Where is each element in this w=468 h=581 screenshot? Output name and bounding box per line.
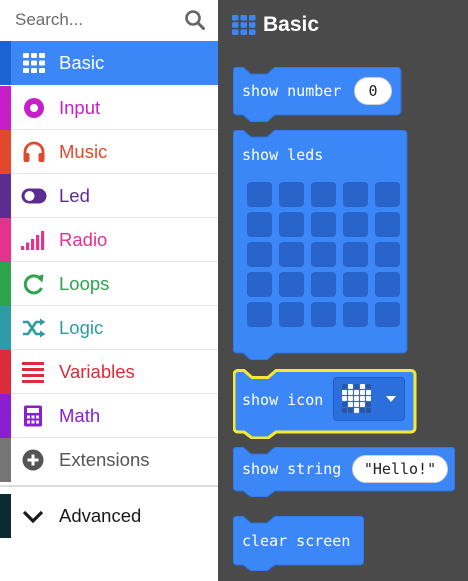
- category-advanced[interactable]: Advanced: [0, 494, 218, 538]
- block-show-icon[interactable]: show icon: [233, 369, 417, 439]
- category-loops[interactable]: Loops: [0, 262, 218, 306]
- category-label: Extensions: [59, 449, 150, 470]
- list-icon: [22, 362, 44, 383]
- category-label: Radio: [59, 229, 108, 250]
- chevron-down-icon: [22, 510, 44, 524]
- block-label: show leds: [242, 146, 324, 164]
- block-clear-screen[interactable]: clear screen: [233, 516, 364, 571]
- signal-bars-icon: [21, 231, 45, 250]
- heart-icon: [342, 384, 372, 414]
- category-extensions[interactable]: Extensions: [0, 438, 218, 482]
- category-math[interactable]: Math: [0, 394, 218, 438]
- blocks-flyout: Basic show number 0 show leds show icon: [218, 0, 468, 581]
- target-icon: [24, 98, 44, 118]
- category-basic[interactable]: Basic: [0, 41, 218, 85]
- grid-icon: [232, 15, 256, 35]
- headphones-icon: [23, 141, 45, 162]
- category-label: Advanced: [59, 505, 142, 526]
- category-led[interactable]: Led: [0, 174, 218, 218]
- block-label: show icon: [242, 391, 324, 409]
- block-show-string[interactable]: show string "Hello!": [233, 447, 455, 497]
- refresh-icon: [23, 274, 44, 295]
- category-label: Variables: [59, 361, 135, 382]
- category-logic[interactable]: Logic: [0, 306, 218, 350]
- category-label: Music: [59, 141, 108, 162]
- search-icon[interactable]: [184, 9, 206, 31]
- icon-dropdown[interactable]: [333, 377, 405, 421]
- category-label: Logic: [59, 317, 104, 338]
- category-label: Input: [59, 97, 101, 118]
- category-label: Led: [59, 185, 90, 206]
- toolbox: Basic Input Music Led: [0, 0, 218, 581]
- category-label: Loops: [59, 273, 110, 294]
- block-label: show string: [242, 460, 342, 478]
- category-input[interactable]: Input: [0, 86, 218, 130]
- category-label: Basic: [59, 52, 105, 73]
- advanced-divider: [0, 485, 218, 487]
- toggle-icon: [21, 188, 47, 204]
- number-input[interactable]: 0: [354, 77, 392, 105]
- category-variables[interactable]: Variables: [0, 350, 218, 394]
- flyout-title: Basic: [263, 13, 320, 36]
- led-matrix[interactable]: [247, 180, 403, 330]
- calculator-icon: [24, 405, 42, 427]
- grid-icon: [23, 53, 45, 73]
- block-show-leds[interactable]: show leds: [233, 130, 409, 360]
- string-input[interactable]: "Hello!": [352, 455, 448, 483]
- shuffle-icon: [23, 318, 46, 338]
- block-label: clear screen: [242, 532, 351, 550]
- block-label: show number: [242, 82, 342, 100]
- plus-circle-icon: [22, 449, 44, 471]
- block-show-number[interactable]: show number 0: [233, 67, 403, 122]
- category-music[interactable]: Music: [0, 130, 218, 174]
- category-label: Math: [59, 405, 101, 426]
- category-radio[interactable]: Radio: [0, 218, 218, 262]
- search-box: [0, 0, 218, 40]
- dropdown-caret-icon: [386, 396, 396, 402]
